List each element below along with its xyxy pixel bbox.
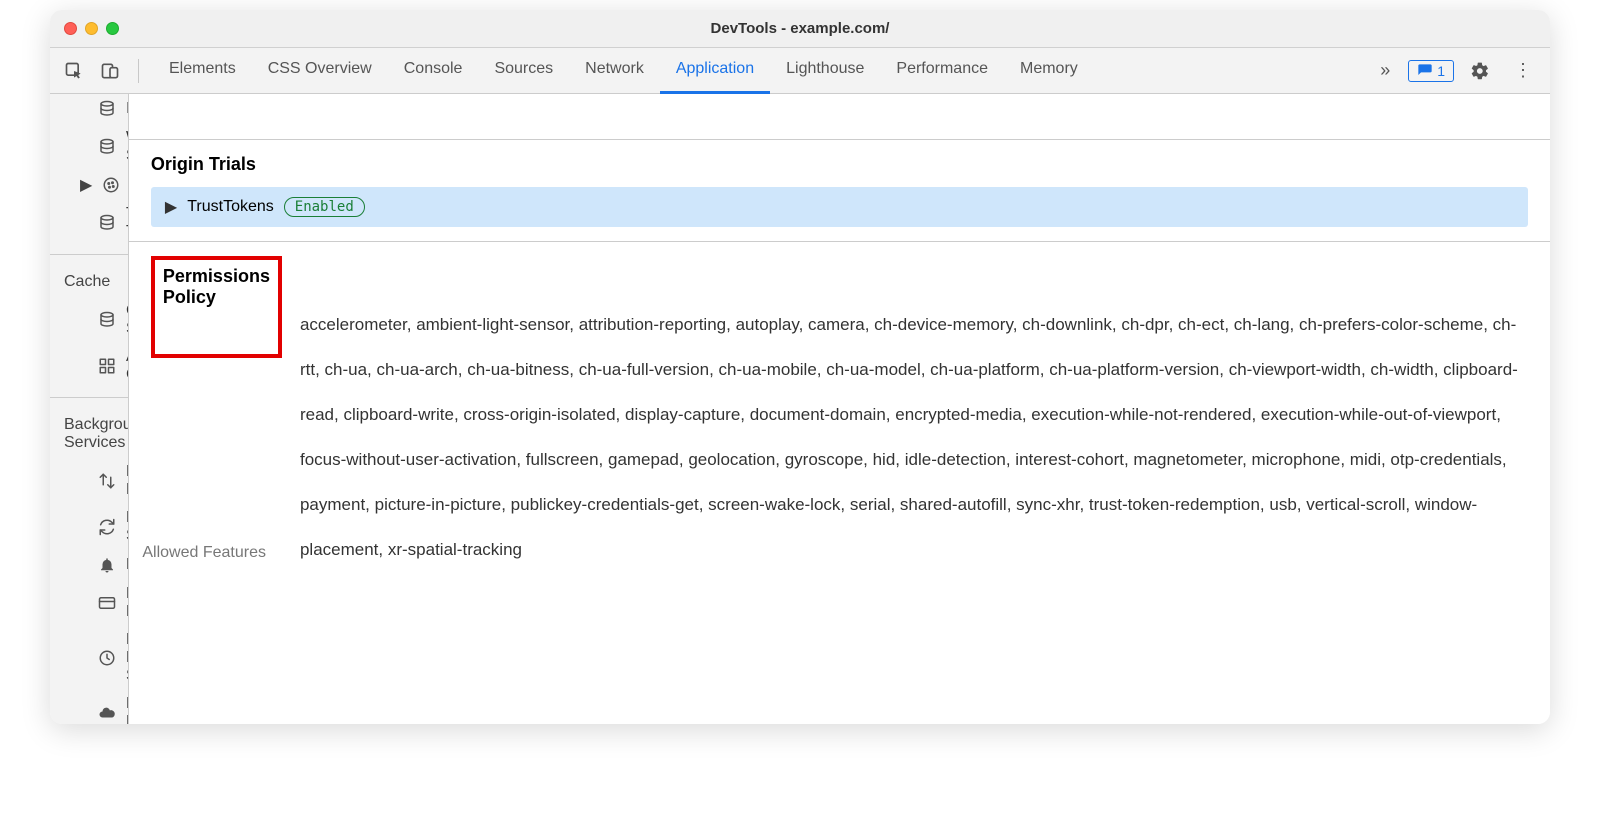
background-services-section-title: Background Services: [50, 406, 128, 458]
device-toggle-icon[interactable]: [96, 57, 124, 85]
inspect-element-icon[interactable]: [60, 57, 88, 85]
permissions-policy-section: Permissions Policy Allowed Features acce…: [129, 242, 1550, 602]
sidebar-item-background-fetch[interactable]: Background Fetch: [50, 458, 128, 504]
main-content: Origin Trials ▶ TrustTokens Enabled Perm…: [129, 94, 1550, 724]
origin-trial-row[interactable]: ▶ TrustTokens Enabled: [151, 187, 1528, 227]
main-toolbar: ElementsCSS OverviewConsoleSourcesNetwor…: [50, 48, 1550, 94]
sidebar-item-background-sync[interactable]: Background Sync: [50, 504, 128, 550]
tab-sources[interactable]: Sources: [478, 48, 569, 94]
zoom-window-button[interactable]: [106, 22, 119, 35]
grid-icon: [98, 356, 116, 376]
bell-icon: [98, 555, 116, 575]
settings-gear-icon[interactable]: [1462, 61, 1498, 81]
issues-count: 1: [1437, 63, 1445, 79]
tab-application[interactable]: Application: [660, 48, 770, 94]
sidebar-item-application-cache[interactable]: Application Cache: [50, 343, 128, 389]
tab-lighthouse[interactable]: Lighthouse: [770, 48, 880, 94]
origin-trial-name: TrustTokens: [187, 198, 274, 216]
sidebar-item-trust-tokens[interactable]: Trust Tokens: [50, 200, 128, 246]
status-badge: Enabled: [284, 197, 365, 217]
allowed-features-list: accelerometer, ambient-light-sensor, att…: [300, 256, 1528, 572]
permissions-highlight-box: Permissions Policy Allowed Features: [151, 256, 282, 572]
disclosure-triangle-icon[interactable]: ▶: [80, 175, 92, 195]
more-tabs-button[interactable]: »: [1370, 60, 1400, 81]
tab-css-overview[interactable]: CSS Overview: [252, 48, 388, 94]
clock-icon: [98, 648, 116, 668]
divider: [50, 397, 128, 398]
panel-body: IndexedDBWeb SQL▶CookiesTrust Tokens Cac…: [50, 94, 1550, 724]
origin-trials-section: Origin Trials ▶ TrustTokens Enabled: [129, 140, 1550, 242]
panel-tabs: ElementsCSS OverviewConsoleSourcesNetwor…: [153, 48, 1362, 94]
db-icon: [98, 213, 116, 233]
toolbar-divider: [138, 59, 139, 83]
db-icon: [98, 310, 116, 330]
sync-icon: [98, 517, 116, 537]
cookie-icon: [102, 175, 120, 195]
tab-memory[interactable]: Memory: [1004, 48, 1094, 94]
cloud-icon: [98, 703, 116, 723]
more-options-icon[interactable]: ⋮: [1506, 60, 1540, 81]
window-title: DevTools - example.com/: [50, 20, 1550, 37]
permissions-subtitle: Allowed Features: [139, 544, 270, 562]
sidebar-item-push-messaging[interactable]: Push Messaging: [50, 690, 128, 724]
sidebar-item-payment-handler[interactable]: Payment Handler: [50, 580, 128, 626]
sidebar-item-cookies[interactable]: ▶Cookies: [50, 170, 128, 200]
tab-elements[interactable]: Elements: [153, 48, 252, 94]
cache-section-title: Cache: [50, 263, 128, 297]
tab-console[interactable]: Console: [388, 48, 479, 94]
application-sidebar: IndexedDBWeb SQL▶CookiesTrust Tokens Cac…: [50, 94, 129, 724]
sidebar-item-web-sql[interactable]: Web SQL: [50, 124, 128, 170]
issues-badge[interactable]: 1: [1408, 60, 1454, 82]
updown-icon: [98, 471, 116, 491]
db-icon: [98, 137, 116, 157]
card-icon: [98, 593, 116, 613]
tab-performance[interactable]: Performance: [880, 48, 1004, 94]
origin-trials-title: Origin Trials: [151, 154, 1528, 175]
tab-network[interactable]: Network: [569, 48, 660, 94]
permissions-title: Permissions Policy: [163, 266, 270, 308]
disclosure-triangle-icon[interactable]: ▶: [165, 197, 177, 217]
minimize-window-button[interactable]: [85, 22, 98, 35]
close-window-button[interactable]: [64, 22, 77, 35]
sidebar-item-periodic-background-sync[interactable]: Periodic Background Sync: [50, 626, 128, 690]
sidebar-item-cache-storage[interactable]: Cache Storage: [50, 297, 128, 343]
devtools-window: DevTools - example.com/ ElementsCSS Over…: [50, 10, 1550, 724]
db-icon: [98, 99, 116, 119]
traffic-lights: [50, 22, 119, 35]
titlebar: DevTools - example.com/: [50, 10, 1550, 48]
content-header-spacer: [129, 94, 1550, 140]
divider: [50, 254, 128, 255]
sidebar-item-notifications[interactable]: Notifications: [50, 550, 128, 580]
sidebar-item-indexeddb[interactable]: IndexedDB: [50, 94, 128, 124]
